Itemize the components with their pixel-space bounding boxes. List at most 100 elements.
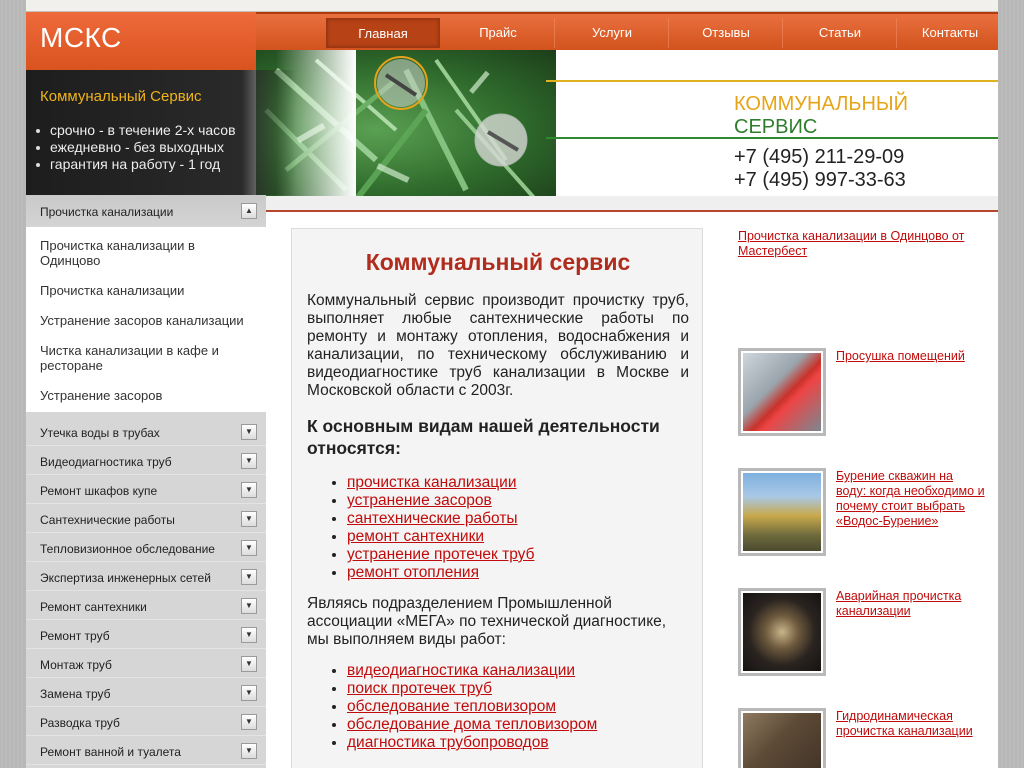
- nav-contacts[interactable]: Контакты: [902, 18, 998, 48]
- sidebar-category[interactable]: Замена труб ▼: [26, 678, 266, 707]
- article-link[interactable]: Аварийная прочистка канализации: [836, 589, 986, 619]
- article-thumbnail[interactable]: [738, 348, 826, 436]
- nav-divider: [782, 18, 783, 48]
- sidebar-category[interactable]: Ремонт труб ▼: [26, 620, 266, 649]
- sidebar-category[interactable]: Разводка труб ▼: [26, 707, 266, 736]
- brand-line-2: СЕРВИС: [734, 116, 818, 138]
- drying-image: [743, 353, 821, 431]
- sidebar-subitem[interactable]: Чистка канализации в кафе и ресторане: [40, 343, 250, 373]
- sidebar-subitem[interactable]: Прочистка канализации в Одинцово: [40, 238, 250, 268]
- sidebar-category-label: Тепловизионное обследование: [40, 542, 215, 556]
- arrow-down-icon[interactable]: ▼: [241, 685, 257, 701]
- article-link[interactable]: Гидродинамическая прочистка канализации: [836, 709, 986, 739]
- sidebar-category[interactable]: Ремонт ванной и туалета ▼: [26, 736, 266, 765]
- phone-block: +7 (495) 211-29-09 +7 (495) 997-33-63: [734, 146, 906, 192]
- sidebar-category-label: Ремонт сантехники: [40, 600, 147, 614]
- sidebar-category-label: Монтаж труб: [40, 658, 112, 672]
- sidebar-category[interactable]: Сантехнические работы ▼: [26, 504, 266, 533]
- sidebar-category-label: Утечка воды в трубах: [40, 426, 160, 440]
- nav-price[interactable]: Прайс: [446, 18, 550, 48]
- sidebar-category[interactable]: Монтаж труб ▼: [26, 649, 266, 678]
- list-item: прочистка канализации: [347, 474, 534, 492]
- sidebar-category-label: Сантехнические работы: [40, 513, 175, 527]
- intro-paragraph: Коммунальный сервис производит прочистку…: [307, 292, 689, 399]
- sidebar-category-label: Ремонт ванной и туалета: [40, 745, 181, 759]
- promo-bullets: срочно - в течение 2-х часов ежедневно -…: [36, 122, 236, 173]
- article-link[interactable]: Бурение скважин на воду: когда необходим…: [836, 469, 986, 529]
- arrow-down-icon[interactable]: ▼: [241, 743, 257, 759]
- sidebar-header-label: Прочистка канализации: [40, 205, 174, 219]
- mega-paragraph: Являясь подразделением Промышленной ассо…: [307, 595, 667, 648]
- list-item: поиск протечек труб: [347, 680, 597, 698]
- activity-link[interactable]: устранение засоров: [347, 492, 492, 509]
- work-link[interactable]: диагностика трубопроводов: [347, 734, 549, 751]
- arrow-down-icon[interactable]: ▼: [241, 627, 257, 643]
- arrow-down-icon[interactable]: ▼: [241, 424, 257, 440]
- phone-number-1[interactable]: +7 (495) 211-29-09: [734, 146, 906, 169]
- sidebar-category[interactable]: Тепловизионное обследование ▼: [26, 533, 266, 562]
- grey-band: [256, 196, 998, 210]
- arrow-up-icon[interactable]: ▲: [241, 203, 257, 219]
- work-link[interactable]: видеодиагностика канализации: [347, 662, 575, 679]
- list-item: ремонт сантехники: [347, 528, 534, 546]
- top-article-link[interactable]: Прочистка канализации в Одинцово от Маст…: [738, 229, 986, 259]
- article-thumbnail[interactable]: [738, 468, 826, 556]
- sidebar-category[interactable]: Утечка воды в трубах ▼: [26, 417, 266, 446]
- arrow-down-icon[interactable]: ▼: [241, 453, 257, 469]
- list-item: обследование дома тепловизором: [347, 716, 597, 734]
- sidebar-category[interactable]: Экспертиза инженерных сетей ▼: [26, 562, 266, 591]
- article-link[interactable]: Просушка помещений: [836, 349, 986, 364]
- activity-link[interactable]: сантехнические работы: [347, 510, 518, 527]
- activity-link[interactable]: устранение протечек труб: [347, 546, 534, 563]
- arrow-down-icon[interactable]: ▼: [241, 598, 257, 614]
- nav-home[interactable]: Главная: [326, 18, 440, 48]
- work-link[interactable]: обследование тепловизором: [347, 698, 556, 715]
- sidebar-subitem[interactable]: Прочистка канализации: [40, 283, 250, 298]
- nav-divider: [896, 18, 897, 48]
- sidebar-category[interactable]: Ремонт шкафов купе ▼: [26, 475, 266, 504]
- arrow-down-icon[interactable]: ▼: [241, 569, 257, 585]
- sidebar-category-label: Замена труб: [40, 687, 111, 701]
- work-link[interactable]: обследование дома тепловизором: [347, 716, 597, 733]
- sidebar-subitem[interactable]: Устранение засоров канализации: [40, 313, 250, 328]
- activity-link[interactable]: прочистка канализации: [347, 474, 516, 491]
- article-thumbnail[interactable]: [738, 588, 826, 676]
- arrow-down-icon[interactable]: ▼: [241, 540, 257, 556]
- page-title: Коммунальный сервис: [365, 249, 631, 275]
- arrow-down-icon[interactable]: ▼: [241, 482, 257, 498]
- logo[interactable]: МСКС: [26, 12, 256, 70]
- promo-panel: Коммунальный Сервис срочно - в течение 2…: [26, 70, 296, 195]
- arrow-down-icon[interactable]: ▼: [241, 714, 257, 730]
- arrow-down-icon[interactable]: ▼: [241, 656, 257, 672]
- sidebar-subitem[interactable]: Устранение засоров: [40, 388, 250, 403]
- sidebar-category[interactable]: Ремонт сантехники ▼: [26, 591, 266, 620]
- arrow-down-icon[interactable]: ▼: [241, 511, 257, 527]
- list-item: видеодиагностика канализации: [347, 662, 597, 680]
- nav-articles[interactable]: Статьи: [788, 18, 892, 48]
- article-thumbnail[interactable]: [738, 708, 826, 768]
- nav-services[interactable]: Услуги: [560, 18, 664, 48]
- sidebar-category[interactable]: Видеодиагностика труб ▼: [26, 446, 266, 475]
- activity-link[interactable]: ремонт сантехники: [347, 528, 484, 545]
- activities-heading: К основным видам нашей деятельности отно…: [307, 416, 660, 458]
- list-item: устранение засоров: [347, 492, 534, 510]
- nav-reviews[interactable]: Отзывы: [674, 18, 778, 48]
- list-item: ремонт отопления: [347, 564, 534, 582]
- list-item: обследование тепловизором: [347, 698, 597, 716]
- list-item: диагностика трубопроводов: [347, 734, 597, 752]
- hydrodynamic-cleaning-image: [743, 713, 821, 768]
- phone-number-2[interactable]: +7 (495) 997-33-63: [734, 169, 906, 192]
- sidebar-header[interactable]: Прочистка канализации ▲: [26, 195, 266, 227]
- sidebar: Прочистка канализации ▲ Прочистка канали…: [26, 195, 266, 768]
- brand-block: КОММУНАЛЬНЫЙ СЕРВИС: [734, 93, 908, 139]
- works-list: видеодиагностика канализации поиск проте…: [347, 662, 597, 752]
- sidebar-category-label: Экспертиза инженерных сетей: [40, 571, 211, 585]
- sidebar-category-label: Ремонт шкафов купе: [40, 484, 158, 498]
- list-item: устранение протечек труб: [347, 546, 534, 564]
- emergency-cleaning-image: [743, 593, 821, 671]
- sidebar-submenu: Прочистка канализации в Одинцово Прочист…: [26, 227, 266, 412]
- activity-link[interactable]: ремонт отопления: [347, 564, 479, 581]
- work-link[interactable]: поиск протечек труб: [347, 680, 492, 697]
- nav-divider: [554, 18, 555, 48]
- promo-bullet: ежедневно - без выходных: [36, 139, 236, 156]
